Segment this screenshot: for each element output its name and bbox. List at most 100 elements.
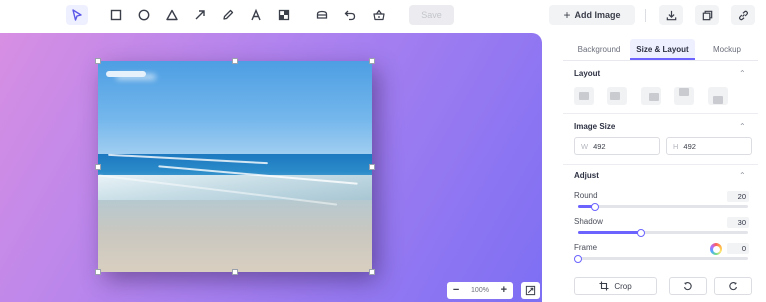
app-root: Save + Add Image − 100% + Background Siz… xyxy=(0,0,766,302)
download-icon xyxy=(666,10,676,20)
layout-option-center[interactable] xyxy=(641,87,661,105)
round-value[interactable]: 20 xyxy=(727,191,749,202)
text-icon xyxy=(251,8,261,21)
layout-thumb xyxy=(679,88,689,96)
width-field[interactable]: W 492 xyxy=(574,137,660,155)
image-size-section-title: Image Size xyxy=(574,122,616,131)
width-prefix: W xyxy=(581,141,589,151)
mosaic-tool[interactable] xyxy=(273,5,295,25)
layout-option-bottom[interactable] xyxy=(708,87,728,105)
rotate-left-button[interactable] xyxy=(669,277,707,295)
section-divider xyxy=(563,113,758,114)
editor-canvas[interactable] xyxy=(0,33,542,302)
tabs-divider xyxy=(563,60,758,61)
square-icon xyxy=(110,9,122,21)
plus-icon: + xyxy=(563,8,571,22)
round-slider-knob[interactable] xyxy=(591,202,599,211)
photo-sky xyxy=(98,61,372,159)
zoom-level: 100% xyxy=(471,287,489,294)
crop-button[interactable]: Crop xyxy=(574,277,657,295)
frame-value[interactable]: 0 xyxy=(727,243,749,254)
mosaic-icon xyxy=(278,9,290,21)
shadow-slider-fill xyxy=(578,231,641,234)
panel-tabs: Background Size & Layout Mockup xyxy=(563,39,753,60)
link-icon xyxy=(738,10,748,20)
shadow-value[interactable]: 30 xyxy=(727,217,749,228)
resize-handle-bottom[interactable] xyxy=(232,269,238,275)
copy-button[interactable] xyxy=(695,5,719,25)
arrow-tool[interactable] xyxy=(189,5,211,25)
resize-handle-top[interactable] xyxy=(232,58,238,64)
eraser-icon xyxy=(316,10,328,19)
eraser-tool[interactable] xyxy=(311,5,333,25)
add-image-button[interactable]: + Add Image xyxy=(549,5,635,25)
round-label: Round xyxy=(574,191,598,200)
select-tool[interactable] xyxy=(66,5,88,25)
layout-option-left[interactable] xyxy=(574,87,594,105)
zoom-control: − 100% + xyxy=(447,282,513,299)
zoom-out-button[interactable]: − xyxy=(453,285,459,296)
properties-panel: Background Size & Layout Mockup Layout ⌃… xyxy=(563,33,766,302)
rotate-right-button[interactable] xyxy=(714,277,752,295)
undo-tool[interactable] xyxy=(339,5,361,25)
add-image-label: Add Image xyxy=(574,10,621,20)
pen-tool[interactable] xyxy=(217,5,239,25)
zoom-in-button[interactable]: + xyxy=(501,285,507,296)
resize-handle-top-left[interactable] xyxy=(95,58,101,64)
download-button[interactable] xyxy=(659,5,683,25)
section-divider xyxy=(563,164,758,165)
link-button[interactable] xyxy=(731,5,755,25)
resize-handle-left[interactable] xyxy=(95,164,101,170)
toolbar-divider xyxy=(645,9,646,22)
cursor-icon xyxy=(72,9,82,21)
resize-handle-top-right[interactable] xyxy=(369,58,375,64)
triangle-icon xyxy=(166,9,178,21)
resize-handle-bottom-left[interactable] xyxy=(95,269,101,275)
adjust-section-title: Adjust xyxy=(574,171,599,180)
height-value: 492 xyxy=(683,141,696,151)
shadow-slider[interactable] xyxy=(578,228,748,237)
chevron-up-icon[interactable]: ⌃ xyxy=(739,171,746,180)
width-value: 492 xyxy=(593,141,606,151)
resize-handle-right[interactable] xyxy=(369,164,375,170)
height-field[interactable]: H 492 xyxy=(666,137,752,155)
frame-slider[interactable] xyxy=(574,254,748,263)
top-toolbar: Save + Add Image xyxy=(0,0,766,32)
circle-icon xyxy=(138,9,150,21)
shadow-label: Shadow xyxy=(574,217,603,226)
layout-thumb xyxy=(610,92,620,100)
tab-mockup[interactable]: Mockup xyxy=(702,39,752,59)
layout-option-top[interactable] xyxy=(674,87,694,105)
save-button[interactable]: Save xyxy=(409,5,454,25)
chevron-up-icon[interactable]: ⌃ xyxy=(739,122,746,131)
copy-icon xyxy=(702,10,712,20)
round-slider[interactable] xyxy=(578,202,748,211)
crop-label: Crop xyxy=(614,281,632,291)
layout-section-title: Layout xyxy=(574,69,601,78)
photo-cloud xyxy=(106,71,146,77)
rectangle-tool[interactable] xyxy=(105,5,127,25)
beach-photo[interactable] xyxy=(98,61,372,272)
fit-screen-button[interactable] xyxy=(521,282,540,299)
circle-tool[interactable] xyxy=(133,5,155,25)
layout-thumb xyxy=(713,96,723,104)
color-wheel-icon[interactable] xyxy=(710,243,722,255)
pen-icon xyxy=(223,9,234,20)
rotate-left-icon xyxy=(684,282,692,291)
tab-size-layout[interactable]: Size & Layout xyxy=(630,39,695,60)
text-tool[interactable] xyxy=(245,5,267,25)
frame-label: Frame xyxy=(574,243,598,252)
crop-icon xyxy=(599,281,609,291)
chevron-up-icon[interactable]: ⌃ xyxy=(739,69,746,78)
arrow-icon xyxy=(195,10,205,20)
shadow-slider-knob[interactable] xyxy=(636,228,645,237)
height-prefix: H xyxy=(673,141,679,151)
sticker-tool[interactable] xyxy=(368,5,390,25)
tab-background[interactable]: Background xyxy=(571,39,627,59)
layout-option-center-left[interactable] xyxy=(607,87,627,105)
triangle-tool[interactable] xyxy=(161,5,183,25)
frame-slider-knob[interactable] xyxy=(574,254,582,263)
resize-handle-bottom-right[interactable] xyxy=(369,269,375,275)
rotate-right-icon xyxy=(729,282,737,291)
photo-sand xyxy=(98,200,372,272)
